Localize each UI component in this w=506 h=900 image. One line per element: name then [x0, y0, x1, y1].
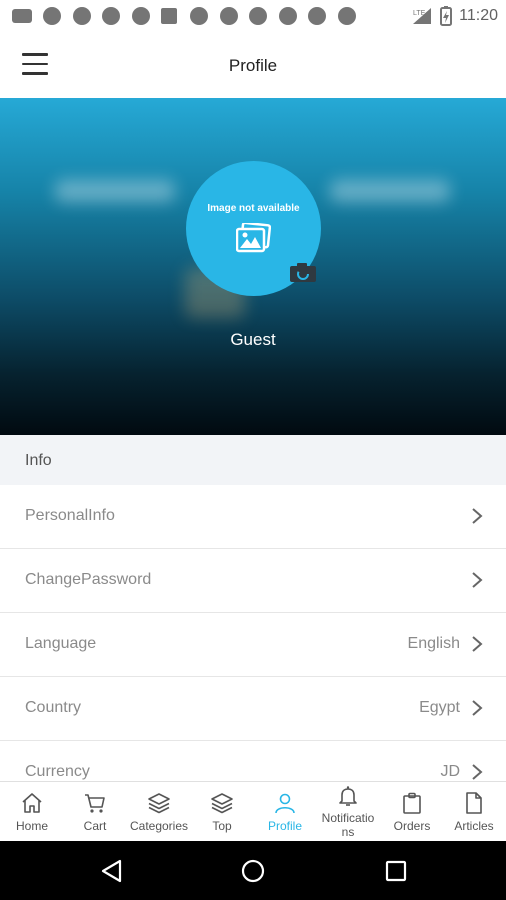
section-title: Info: [25, 452, 52, 469]
layers-icon: [148, 793, 170, 814]
signal-icon: LTE: [413, 8, 432, 24]
chevron-right-icon: [472, 764, 483, 780]
notification-icon: [102, 7, 120, 25]
document-icon: [466, 792, 482, 814]
chevron-right-icon: [472, 700, 483, 716]
page-title: Profile: [228, 56, 278, 75]
app-bar: Profile: [0, 32, 506, 98]
layers-icon: [211, 793, 233, 814]
nav-item-top[interactable]: Top: [194, 782, 250, 842]
list-item-label: PersonalInfo: [25, 507, 115, 524]
bell-icon: [339, 786, 357, 806]
chevron-right-icon: [472, 572, 483, 588]
blurred-background: [330, 180, 450, 202]
username: Guest: [230, 330, 276, 349]
cart-icon: [85, 794, 105, 813]
nav-item-articles[interactable]: Articles: [444, 782, 504, 842]
nav-label: Orders: [393, 819, 431, 833]
home-icon: [22, 793, 42, 813]
list-item-language[interactable]: Language English: [0, 613, 506, 677]
status-bar: LTE 11:20: [0, 0, 506, 32]
list-item-value: Egypt: [419, 699, 460, 716]
nav-label: Cart: [83, 819, 107, 833]
list-item-label: Currency: [25, 763, 90, 780]
bottom-navigation: Home Cart Categories Top Profile Notific…: [0, 781, 506, 842]
nav-label: Categories: [129, 819, 189, 833]
notification-icon: [43, 7, 61, 25]
notification-icon: [131, 7, 150, 25]
home-circle-icon[interactable]: [241, 859, 265, 883]
nav-label: Profile: [267, 819, 302, 833]
back-icon[interactable]: [100, 859, 124, 883]
recents-icon[interactable]: [384, 859, 408, 883]
info-section-header: Info: [0, 435, 506, 485]
nav-item-notifications[interactable]: Notifications: [316, 782, 380, 842]
profile-header: Image not available Guest: [0, 98, 506, 435]
nav-item-categories[interactable]: Categories: [126, 782, 192, 842]
list-item-country[interactable]: Country Egypt: [0, 677, 506, 741]
person-icon: [275, 793, 295, 814]
list-item-label: Country: [25, 699, 82, 716]
chevron-right-icon: [472, 636, 483, 652]
nav-label: Home: [15, 819, 48, 833]
camera-icon[interactable]: [289, 261, 317, 283]
nav-item-cart[interactable]: Cart: [65, 782, 125, 842]
notification-icon: [278, 7, 297, 25]
list-item-change-password[interactable]: ChangePassword: [0, 549, 506, 613]
notification-icon: [308, 7, 326, 25]
list-item-value: English: [407, 635, 460, 652]
clipboard-icon: [403, 792, 421, 814]
battery-icon: [440, 6, 453, 26]
system-navigation-bar: [0, 841, 506, 900]
network-label: LTE: [413, 10, 426, 17]
nav-label: Notifications: [321, 811, 375, 839]
notification-icon: [190, 7, 208, 25]
message-icon: [12, 9, 32, 23]
chevron-right-icon: [472, 508, 483, 524]
clock: 11:20: [459, 7, 498, 24]
list-item-value: JD: [440, 763, 460, 780]
info-list: PersonalInfo ChangePassword Language Eng…: [0, 485, 506, 805]
list-item-label: Language: [25, 635, 97, 652]
notification-icon: [72, 7, 91, 25]
image-icon: [236, 223, 271, 253]
nav-label: Top: [212, 819, 232, 833]
notification-icon: [161, 8, 177, 24]
notification-icon: [249, 7, 267, 25]
notification-icon: [219, 7, 238, 25]
nav-item-profile[interactable]: Profile: [255, 782, 315, 842]
list-item-personal-info[interactable]: PersonalInfo: [0, 485, 506, 549]
nav-item-orders[interactable]: Orders: [382, 782, 442, 842]
notification-icon: [337, 7, 356, 25]
notification-icons: [12, 7, 367, 25]
nav-item-home[interactable]: Home: [2, 782, 62, 842]
blurred-background: [55, 180, 175, 202]
list-item-label: ChangePassword: [25, 571, 152, 588]
nav-label: Articles: [454, 819, 494, 833]
image-placeholder-text: Image not available: [207, 203, 300, 214]
